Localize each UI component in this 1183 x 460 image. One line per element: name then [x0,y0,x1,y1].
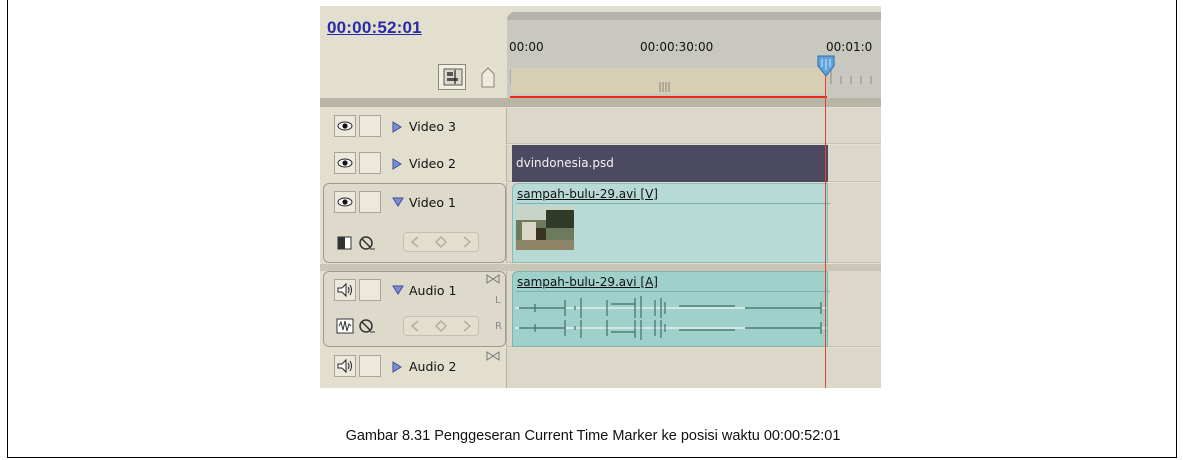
current-timecode[interactable]: 00:00:52:01 [327,18,422,38]
track-name: Video 2 [409,156,456,171]
premiere-timeline-panel: 00:00:52:01 00:00 00:00:30:00 00:01:0 Vi… [320,6,881,388]
ruler-label-mid: 00:00:30:00 [640,40,714,54]
keyframe-toggle-icon[interactable] [358,317,376,335]
clip-thumbnail [516,206,574,250]
zoom-scrollbar[interactable] [507,12,881,20]
sync-lock-icon[interactable] [486,351,500,361]
track-name: Audio 1 [409,283,457,298]
collapse-triangle-icon[interactable] [392,197,404,207]
track-video-1: sampah-bulu-29.avi [V] Video 1 [320,183,881,263]
display-style-icon[interactable] [337,235,353,251]
expand-triangle-icon[interactable] [392,121,402,133]
prev-keyframe-icon [410,320,419,332]
track-name: Video 1 [409,195,456,210]
current-time-marker-icon[interactable] [816,54,836,78]
set-marker-button[interactable] [480,66,496,88]
snap-button[interactable] [438,64,466,90]
track-video-3: Video 3 [320,108,881,144]
eye-icon [337,121,353,131]
figure-frame: 00:00:52:01 00:00 00:00:30:00 00:01:0 Vi… [7,0,1177,458]
clip-name: sampah-bulu-29.avi [A] [517,275,658,289]
toggle-track-output-button[interactable] [334,152,356,174]
track-name: Video 3 [409,119,456,134]
eye-icon [337,197,353,207]
track-video-2: dvindonesia.psd Video 2 [320,145,881,182]
keyframe-navigator[interactable] [403,232,479,252]
expand-triangle-icon[interactable] [392,158,402,170]
eye-icon [337,158,353,168]
clip-sampah-audio[interactable]: sampah-bulu-29.avi [A] [512,271,830,347]
figure-caption: Gambar 8.31 Penggeseran Current Time Mar… [345,428,841,444]
clip-name: dvindonesia.psd [516,156,614,170]
toggle-track-output-button[interactable] [334,191,356,213]
display-style-icon[interactable] [336,318,354,334]
next-keyframe-icon [463,236,472,248]
prev-keyframe-icon [410,236,419,248]
toggle-track-output-button[interactable] [334,115,356,137]
ruler-label-start: 00:00 [509,40,544,54]
toggle-track-output-button[interactable] [334,279,356,301]
work-area-grip-icon[interactable] [658,80,672,94]
next-keyframe-icon [463,320,472,332]
speaker-icon [337,282,352,298]
keyframe-toggle-icon[interactable] [358,234,376,252]
speaker-icon [337,358,352,374]
toggle-track-lock-button[interactable] [359,191,381,213]
current-time-marker-line [825,76,826,388]
audio-waveform [515,296,827,340]
clip-dvindonesia[interactable]: dvindonesia.psd [512,145,828,182]
track-audio-1: sampah-bulu-29.avi [A] Audio 1 L R [320,271,881,347]
add-keyframe-icon [434,235,448,249]
expand-triangle-icon[interactable] [392,361,402,373]
snap-icon [443,68,463,86]
add-keyframe-icon [434,319,448,333]
ruler-label-end: 00:01:0 [826,40,873,54]
toggle-track-lock-button[interactable] [359,115,381,137]
sync-lock-icon[interactable] [486,274,500,284]
channel-label-left: L [495,295,501,306]
channel-label-right: R [495,321,502,332]
toggle-track-lock-button[interactable] [359,279,381,301]
toggle-track-output-button[interactable] [334,355,356,377]
clip-name: sampah-bulu-29.avi [V] [517,187,658,201]
set-marker-icon [481,67,495,88]
collapse-triangle-icon[interactable] [392,285,404,295]
header-separator [320,98,881,107]
keyframe-navigator[interactable] [403,316,479,336]
track-name: Audio 2 [409,359,457,374]
toggle-track-lock-button[interactable] [359,152,381,174]
track-audio-2: Audio 2 [320,348,881,388]
clip-sampah-video[interactable]: sampah-bulu-29.avi [V] [512,183,830,263]
toggle-track-lock-button[interactable] [359,355,381,377]
